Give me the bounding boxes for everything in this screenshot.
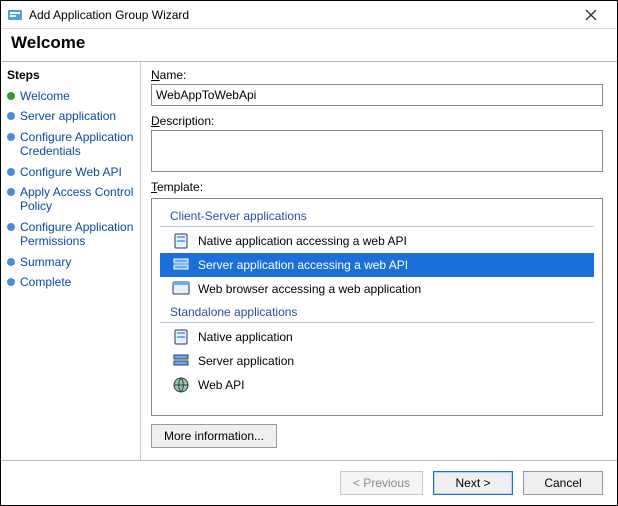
step-configure-application-permissions[interactable]: Configure Application Permissions bbox=[7, 217, 136, 252]
template-label: Template: bbox=[151, 180, 603, 194]
template-item-label: Native application accessing a web API bbox=[198, 234, 407, 248]
page-heading: Welcome bbox=[11, 33, 607, 53]
group-standalone: Standalone applications bbox=[160, 303, 594, 323]
main-panel: Name: Description: Template: Client-Serv… bbox=[141, 62, 617, 460]
close-icon bbox=[585, 9, 597, 21]
step-bullet-icon bbox=[7, 92, 15, 100]
step-configure-web-api[interactable]: Configure Web API bbox=[7, 162, 136, 182]
step-welcome[interactable]: Welcome bbox=[7, 86, 136, 106]
template-item[interactable]: Server application bbox=[160, 349, 594, 373]
step-complete[interactable]: Complete bbox=[7, 272, 136, 292]
template-item[interactable]: Native application accessing a web API bbox=[160, 229, 594, 253]
template-item-label: Native application bbox=[198, 330, 293, 344]
template-item-label: Server application accessing a web API bbox=[198, 258, 408, 272]
step-bullet-icon bbox=[7, 188, 15, 196]
steps-sidebar: Steps Welcome Server application Configure… bbox=[1, 62, 141, 460]
step-bullet-icon bbox=[7, 168, 15, 176]
template-item[interactable]: Web API bbox=[160, 373, 594, 397]
server-web-icon bbox=[172, 256, 190, 274]
server-app-icon bbox=[172, 352, 190, 370]
window-title: Add Application Group Wizard bbox=[29, 8, 571, 22]
step-bullet-icon bbox=[7, 258, 15, 266]
step-label: Configure Web API bbox=[20, 165, 122, 179]
web-api-icon bbox=[172, 376, 190, 394]
description-input[interactable] bbox=[151, 130, 603, 172]
step-server-application[interactable]: Server application bbox=[7, 106, 136, 126]
description-label: Description: bbox=[151, 114, 603, 128]
step-label: Server application bbox=[20, 109, 116, 123]
template-item-label: Web browser accessing a web application bbox=[198, 282, 421, 296]
step-label: Complete bbox=[20, 275, 71, 289]
step-apply-access-control-policy[interactable]: Apply Access Control Policy bbox=[7, 182, 136, 217]
step-label: Apply Access Control Policy bbox=[20, 185, 136, 214]
titlebar: Add Application Group Wizard bbox=[1, 1, 617, 29]
close-button[interactable] bbox=[571, 3, 611, 27]
template-item-label: Web API bbox=[198, 378, 244, 392]
native-app-icon bbox=[172, 328, 190, 346]
app-icon bbox=[7, 7, 23, 23]
group-client-server: Client-Server applications bbox=[160, 207, 594, 227]
step-bullet-icon bbox=[7, 133, 15, 141]
template-item[interactable]: Server application accessing a web API bbox=[160, 253, 594, 277]
template-item-label: Server application bbox=[198, 354, 294, 368]
step-label: Summary bbox=[20, 255, 71, 269]
step-label: Welcome bbox=[20, 89, 70, 103]
cancel-button[interactable]: Cancel bbox=[523, 471, 603, 495]
steps-heading: Steps bbox=[7, 68, 136, 82]
step-configure-application-credentials[interactable]: Configure Application Credentials bbox=[7, 127, 136, 162]
browser-web-icon bbox=[172, 280, 190, 298]
step-summary[interactable]: Summary bbox=[7, 252, 136, 272]
template-list[interactable]: Client-Server applications Native applic… bbox=[151, 198, 603, 416]
native-web-icon bbox=[172, 232, 190, 250]
previous-button: < Previous bbox=[340, 471, 423, 495]
name-label: Name: bbox=[151, 68, 603, 82]
banner: Welcome bbox=[1, 29, 617, 62]
step-label: Configure Application Permissions bbox=[20, 220, 136, 249]
template-item[interactable]: Native application bbox=[160, 325, 594, 349]
footer: < Previous Next > Cancel bbox=[1, 460, 617, 505]
step-bullet-icon bbox=[7, 223, 15, 231]
step-bullet-icon bbox=[7, 112, 15, 120]
step-bullet-icon bbox=[7, 278, 15, 286]
next-button[interactable]: Next > bbox=[433, 471, 513, 495]
template-item[interactable]: Web browser accessing a web application bbox=[160, 277, 594, 301]
name-input[interactable] bbox=[151, 84, 603, 106]
step-label: Configure Application Credentials bbox=[20, 130, 136, 159]
wizard-window: Add Application Group Wizard Welcome Ste… bbox=[0, 0, 618, 506]
more-information-button[interactable]: More information... bbox=[151, 424, 277, 448]
